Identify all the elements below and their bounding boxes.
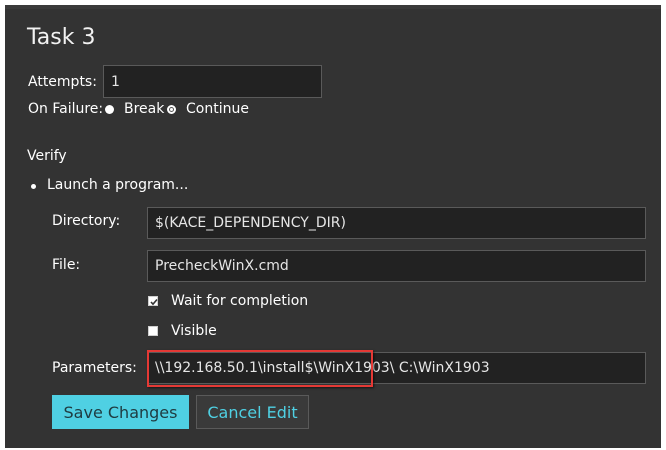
panel-top-edge xyxy=(5,5,661,9)
attempts-label: Attempts: xyxy=(28,74,97,90)
on-failure-continue-label[interactable]: Continue xyxy=(186,101,249,117)
on-failure-break-radio[interactable] xyxy=(105,105,114,114)
visible-label[interactable]: Visible xyxy=(171,323,217,339)
file-value: PrecheckWinX.cmd xyxy=(155,258,289,274)
file-input[interactable]: PrecheckWinX.cmd xyxy=(147,250,646,282)
launch-program-item: Launch a program... xyxy=(47,177,189,193)
visible-checkbox[interactable] xyxy=(148,326,158,336)
on-failure-continue-radio[interactable] xyxy=(167,105,176,114)
cancel-edit-button[interactable]: Cancel Edit xyxy=(196,395,309,429)
wait-for-completion-label[interactable]: Wait for completion xyxy=(171,293,308,309)
attempts-value: 1 xyxy=(111,73,120,90)
checkmark-icon xyxy=(150,298,158,306)
on-failure-break-label[interactable]: Break xyxy=(124,101,164,117)
task-title: Task 3 xyxy=(27,25,96,50)
parameters-label: Parameters: xyxy=(52,360,137,376)
list-bullet xyxy=(31,184,36,189)
directory-value: $(KACE_DEPENDENCY_DIR) xyxy=(155,215,346,231)
task-editor-panel: Task 3 Attempts: 1 On Failure: Break Con… xyxy=(5,5,661,448)
save-changes-button[interactable]: Save Changes xyxy=(52,395,189,429)
verify-heading: Verify xyxy=(27,148,67,164)
parameters-value: \\192.168.50.1\install$\WinX1903\ C:\Win… xyxy=(155,360,490,376)
directory-input[interactable]: $(KACE_DEPENDENCY_DIR) xyxy=(147,207,646,239)
on-failure-label: On Failure: xyxy=(28,101,104,117)
parameters-input[interactable]: \\192.168.50.1\install$\WinX1903\ C:\Win… xyxy=(147,352,646,384)
file-label: File: xyxy=(52,257,81,273)
directory-label: Directory: xyxy=(52,213,121,229)
attempts-input[interactable]: 1 xyxy=(103,65,322,98)
wait-for-completion-checkbox[interactable] xyxy=(148,296,158,306)
